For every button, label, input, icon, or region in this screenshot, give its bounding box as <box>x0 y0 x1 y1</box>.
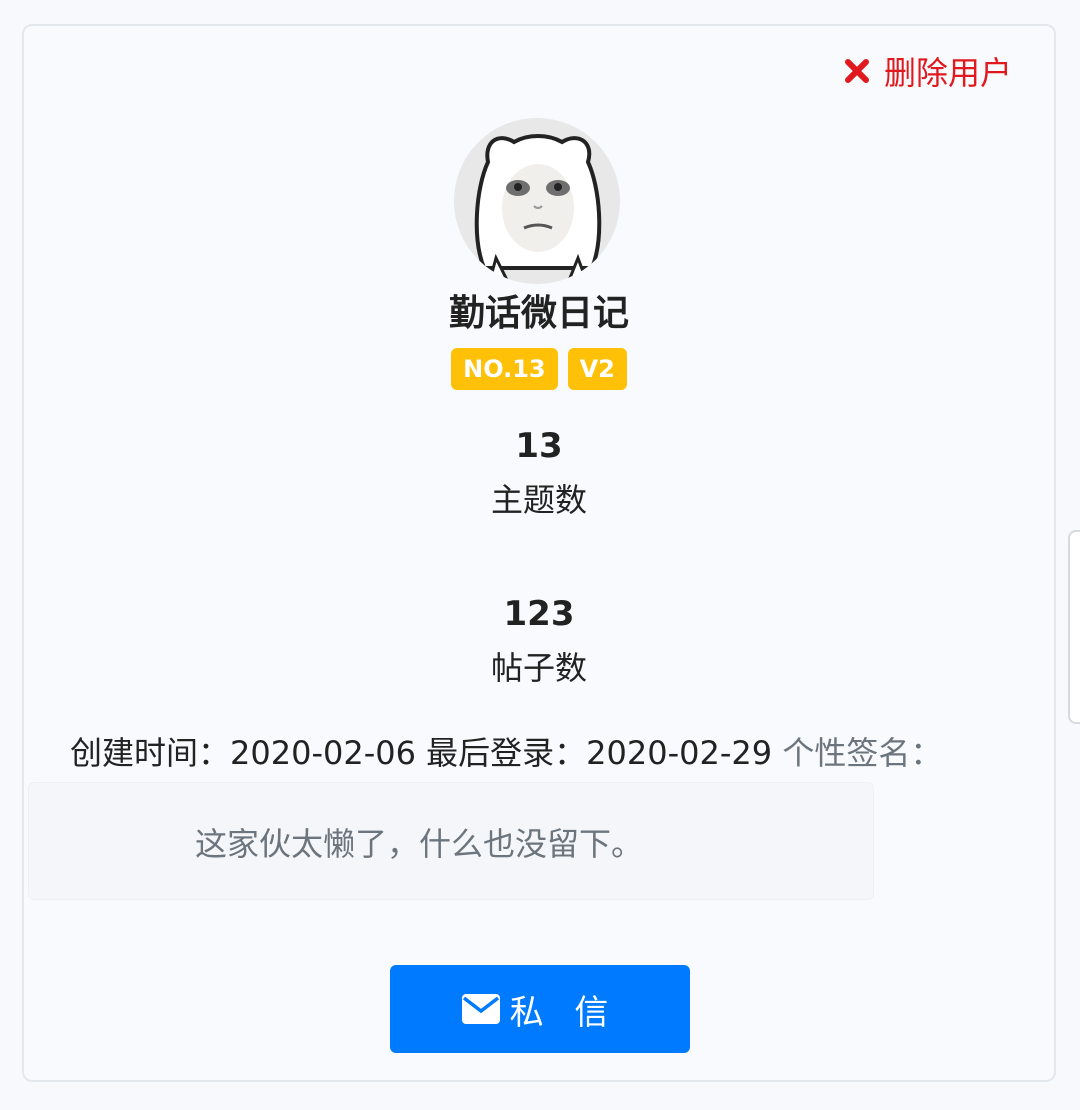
signature-label: 个性签名： <box>782 734 943 772</box>
account-info: 创建时间：2020-02-06 最后登录：2020-02-29 个性签名： <box>70 728 942 774</box>
envelope-icon <box>461 994 500 1024</box>
topics-label: 主题数 <box>490 481 587 519</box>
posts-stat: 123 帖子数 <box>24 592 1054 690</box>
user-badges: NO.13 V2 <box>24 348 1054 390</box>
signature-text: 这家伙太懒了，什么也没留下。 <box>195 825 644 863</box>
level-badge: V2 <box>567 348 627 390</box>
posts-count: 123 <box>503 594 575 634</box>
posts-label: 帖子数 <box>490 649 587 687</box>
close-icon <box>844 59 869 83</box>
username: 勤话微日记 <box>448 293 629 334</box>
user-profile-card: 删除用户 勤话微日记 NO.13 V2 13 主题数 123 帖子数 创建时间：… <box>22 24 1056 1082</box>
created-date: 2020-02-06 <box>230 734 416 772</box>
signature-box: 这家伙太懒了，什么也没留下。 <box>28 782 874 900</box>
created-label: 创建时间： <box>70 734 231 772</box>
avatar-image <box>454 118 620 284</box>
delete-user-label: 删除用户 <box>883 54 1012 92</box>
last-login-label: 最后登录： <box>426 734 587 772</box>
avatar <box>454 118 620 284</box>
side-scroll-handle[interactable] <box>1068 530 1080 724</box>
topics-count: 13 <box>515 426 563 466</box>
rank-badge: NO.13 <box>451 348 558 390</box>
delete-user-button[interactable]: 删除用户 <box>844 48 1012 94</box>
private-message-label: 私 信 <box>509 992 619 1033</box>
private-message-button[interactable]: 私 信 <box>390 965 690 1053</box>
last-login-date: 2020-02-29 <box>586 734 773 772</box>
topics-stat: 13 主题数 <box>24 424 1054 522</box>
